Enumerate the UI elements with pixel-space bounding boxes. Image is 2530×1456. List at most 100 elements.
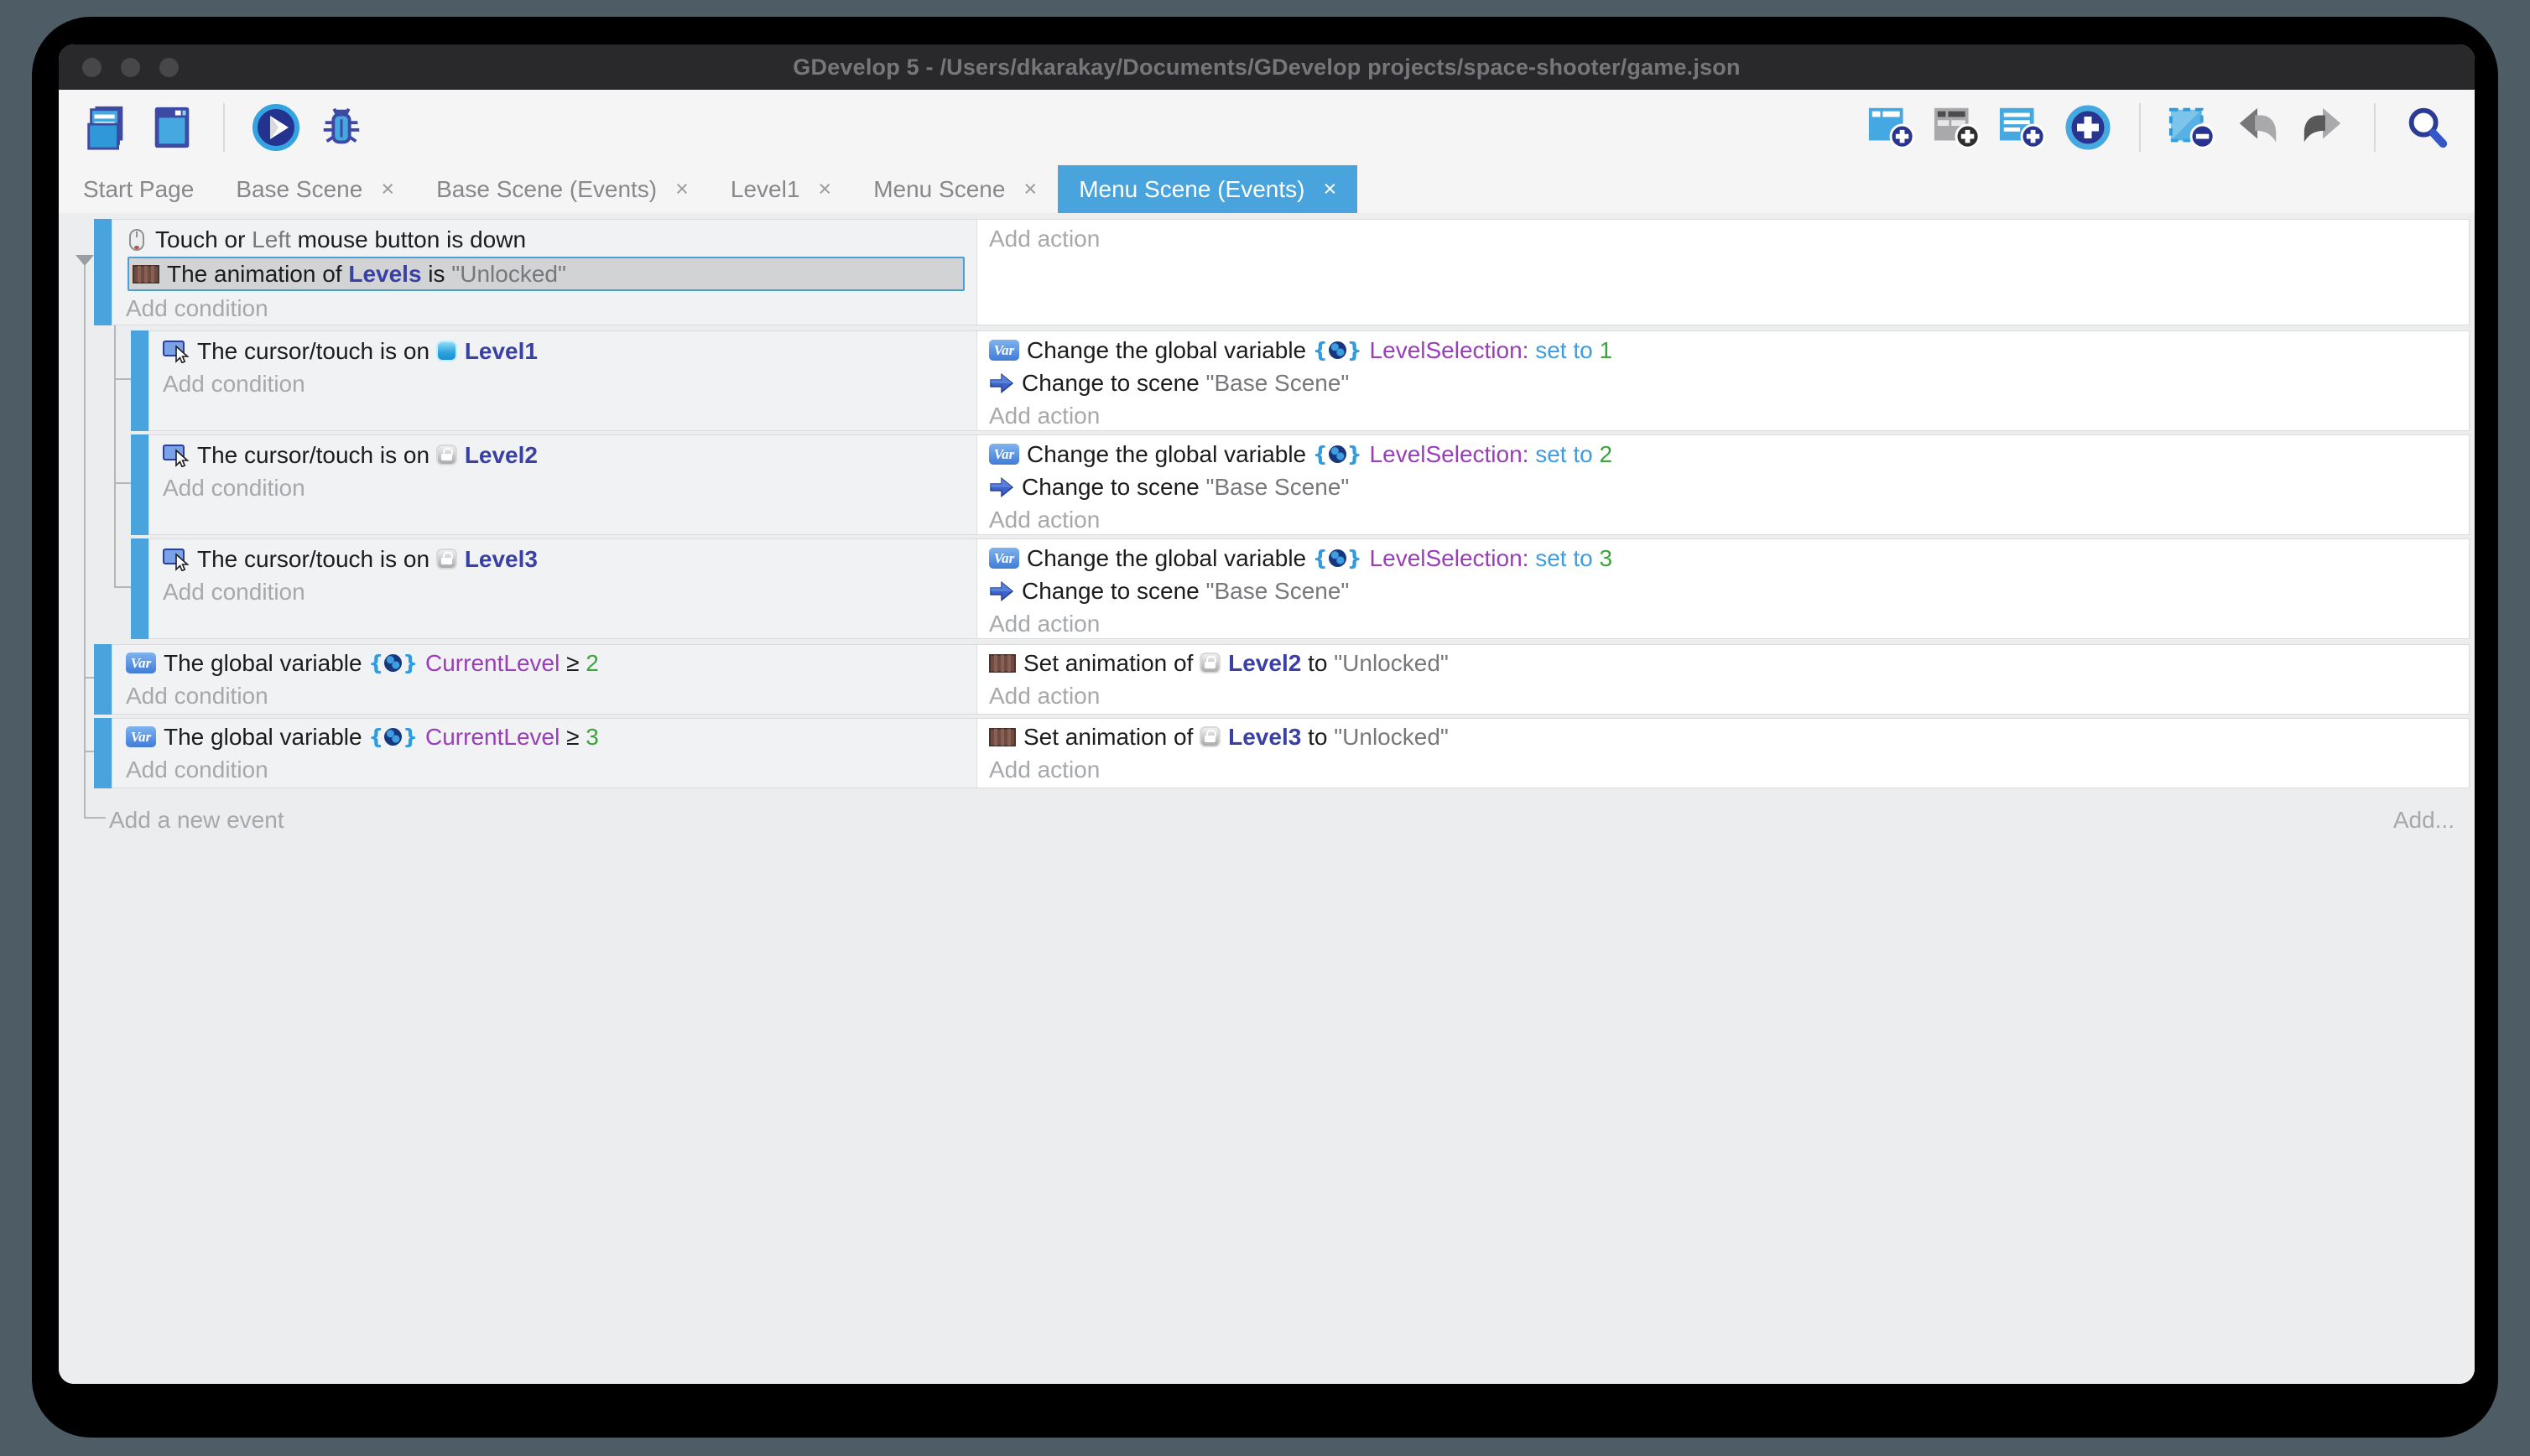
cursor-icon <box>163 548 190 571</box>
add-action-button[interactable]: Add action <box>989 222 2469 255</box>
global-variable-icon: {} <box>368 726 418 747</box>
global-variable-icon: {} <box>1313 340 1362 361</box>
tab-base-scene-events[interactable]: Base Scene (Events)× <box>415 165 710 213</box>
add-condition-button[interactable]: Add condition <box>163 367 976 400</box>
tab-start-page[interactable]: Start Page <box>62 165 215 213</box>
delete-event-icon[interactable] <box>2166 101 2218 153</box>
animation-icon <box>133 264 159 284</box>
mouse-icon <box>126 227 148 252</box>
scene-icon <box>989 372 1014 394</box>
toolbar-separator <box>2139 103 2141 152</box>
event-handle[interactable] <box>94 219 112 325</box>
cursor-icon <box>163 444 190 467</box>
variable-icon: Var <box>126 653 156 673</box>
search-icon[interactable] <box>2401 101 2453 153</box>
close-tab-icon[interactable]: × <box>818 178 831 200</box>
add-condition-button[interactable]: Add condition <box>163 575 976 608</box>
condition[interactable]: VarThe global variable {}CurrentLevel ≥ … <box>126 647 976 679</box>
lock-icon <box>1200 653 1221 673</box>
project-manager-icon[interactable] <box>81 101 133 153</box>
toolbar-left-group <box>81 101 367 153</box>
debug-icon[interactable] <box>315 101 367 153</box>
tabbar: Start Page Base Scene× Base Scene (Event… <box>59 165 2475 213</box>
titlebar[interactable]: GDevelop 5 - /Users/dkarakay/Documents/G… <box>59 44 2475 90</box>
open-project-icon[interactable] <box>146 101 198 153</box>
tree-line <box>114 325 116 587</box>
tab-level1[interactable]: Level1× <box>710 165 852 213</box>
add-circle-icon[interactable] <box>2062 101 2114 153</box>
tree-line <box>114 586 131 588</box>
action[interactable]: Set animation of Level2 to "Unlocked" <box>989 647 2469 679</box>
variable-icon: Var <box>989 444 1019 465</box>
zoom-window-button[interactable] <box>159 58 179 77</box>
window-controls <box>82 44 179 90</box>
condition[interactable]: VarThe global variable {}CurrentLevel ≥ … <box>126 720 976 753</box>
tab-menu-scene-events[interactable]: Menu Scene (Events)× <box>1058 165 1357 213</box>
action[interactable]: VarChange the global variable {}LevelSel… <box>989 542 2469 575</box>
redo-icon[interactable] <box>2297 101 2349 153</box>
event-handle[interactable] <box>131 538 148 639</box>
add-more-button[interactable]: Add... <box>2393 803 2455 837</box>
add-action-button[interactable]: Add action <box>989 607 2469 640</box>
level1-icon <box>436 341 457 361</box>
event-handle[interactable] <box>131 434 148 535</box>
add-subevent-icon[interactable] <box>1931 101 1983 153</box>
event-handle[interactable] <box>94 644 112 715</box>
action[interactable]: Set animation of Level3 to "Unlocked" <box>989 720 2469 753</box>
window-title: GDevelop 5 - /Users/dkarakay/Documents/G… <box>793 55 1740 81</box>
action[interactable]: VarChange the global variable {}LevelSel… <box>989 438 2469 471</box>
add-comment-icon[interactable] <box>1996 101 2048 153</box>
close-tab-icon[interactable]: × <box>1323 178 1336 200</box>
tree-line <box>84 817 106 819</box>
lock-icon <box>436 549 457 569</box>
toolbar <box>59 90 2475 165</box>
animation-icon <box>989 653 1016 673</box>
gdevelop-window: GDevelop 5 - /Users/dkarakay/Documents/G… <box>59 44 2475 1384</box>
condition[interactable]: The cursor/touch is on Level1 <box>163 335 976 367</box>
action[interactable]: Change to scene "Base Scene" <box>989 471 2469 503</box>
tree-line <box>84 677 94 679</box>
cursor-icon <box>163 340 190 363</box>
close-tab-icon[interactable]: × <box>1023 178 1037 200</box>
undo-icon[interactable] <box>2231 101 2283 153</box>
scene-icon <box>989 580 1014 602</box>
add-condition-button[interactable]: Add condition <box>126 292 976 325</box>
tab-base-scene[interactable]: Base Scene× <box>215 165 415 213</box>
minimize-window-button[interactable] <box>121 58 140 77</box>
event-block: Touch or Left mouse button is down The a… <box>112 219 2470 325</box>
play-icon[interactable] <box>250 101 302 153</box>
action[interactable]: VarChange the global variable {}LevelSel… <box>989 334 2469 367</box>
global-variable-icon: {} <box>1313 444 1362 465</box>
variable-icon: Var <box>989 340 1019 361</box>
event-block: The cursor/touch is on Level1 Add condit… <box>148 330 2470 431</box>
tree-line <box>84 265 86 819</box>
add-condition-button[interactable]: Add condition <box>163 471 976 504</box>
add-condition-button[interactable]: Add condition <box>126 753 976 786</box>
condition-selected[interactable]: The animation of Levels is "Unlocked" <box>128 257 965 291</box>
add-action-button[interactable]: Add action <box>989 679 2469 712</box>
add-condition-button[interactable]: Add condition <box>126 679 976 712</box>
variable-icon: Var <box>989 548 1019 569</box>
add-action-button[interactable]: Add action <box>989 503 2469 536</box>
add-new-event-button[interactable]: Add a new event <box>109 803 284 837</box>
animation-icon <box>989 727 1016 747</box>
tab-menu-scene[interactable]: Menu Scene× <box>852 165 1058 213</box>
condition[interactable]: Touch or Left mouse button is down <box>126 223 976 256</box>
add-action-button[interactable]: Add action <box>989 753 2469 786</box>
event-block: The cursor/touch is on Level2 Add condit… <box>148 434 2470 535</box>
action[interactable]: Change to scene "Base Scene" <box>989 575 2469 607</box>
scene-icon <box>989 476 1014 498</box>
condition[interactable]: The cursor/touch is on Level2 <box>163 439 976 471</box>
condition[interactable]: The cursor/touch is on Level3 <box>163 543 976 575</box>
close-tab-icon[interactable]: × <box>675 178 689 200</box>
tree-line <box>114 378 131 380</box>
close-window-button[interactable] <box>82 58 102 77</box>
tree-line <box>84 751 94 752</box>
event-block: The cursor/touch is on Level3 Add condit… <box>148 538 2470 639</box>
add-event-icon[interactable] <box>1866 101 1918 153</box>
event-handle[interactable] <box>131 330 148 431</box>
add-action-button[interactable]: Add action <box>989 399 2469 432</box>
event-handle[interactable] <box>94 718 112 788</box>
action[interactable]: Change to scene "Base Scene" <box>989 367 2469 399</box>
close-tab-icon[interactable]: × <box>381 178 394 200</box>
